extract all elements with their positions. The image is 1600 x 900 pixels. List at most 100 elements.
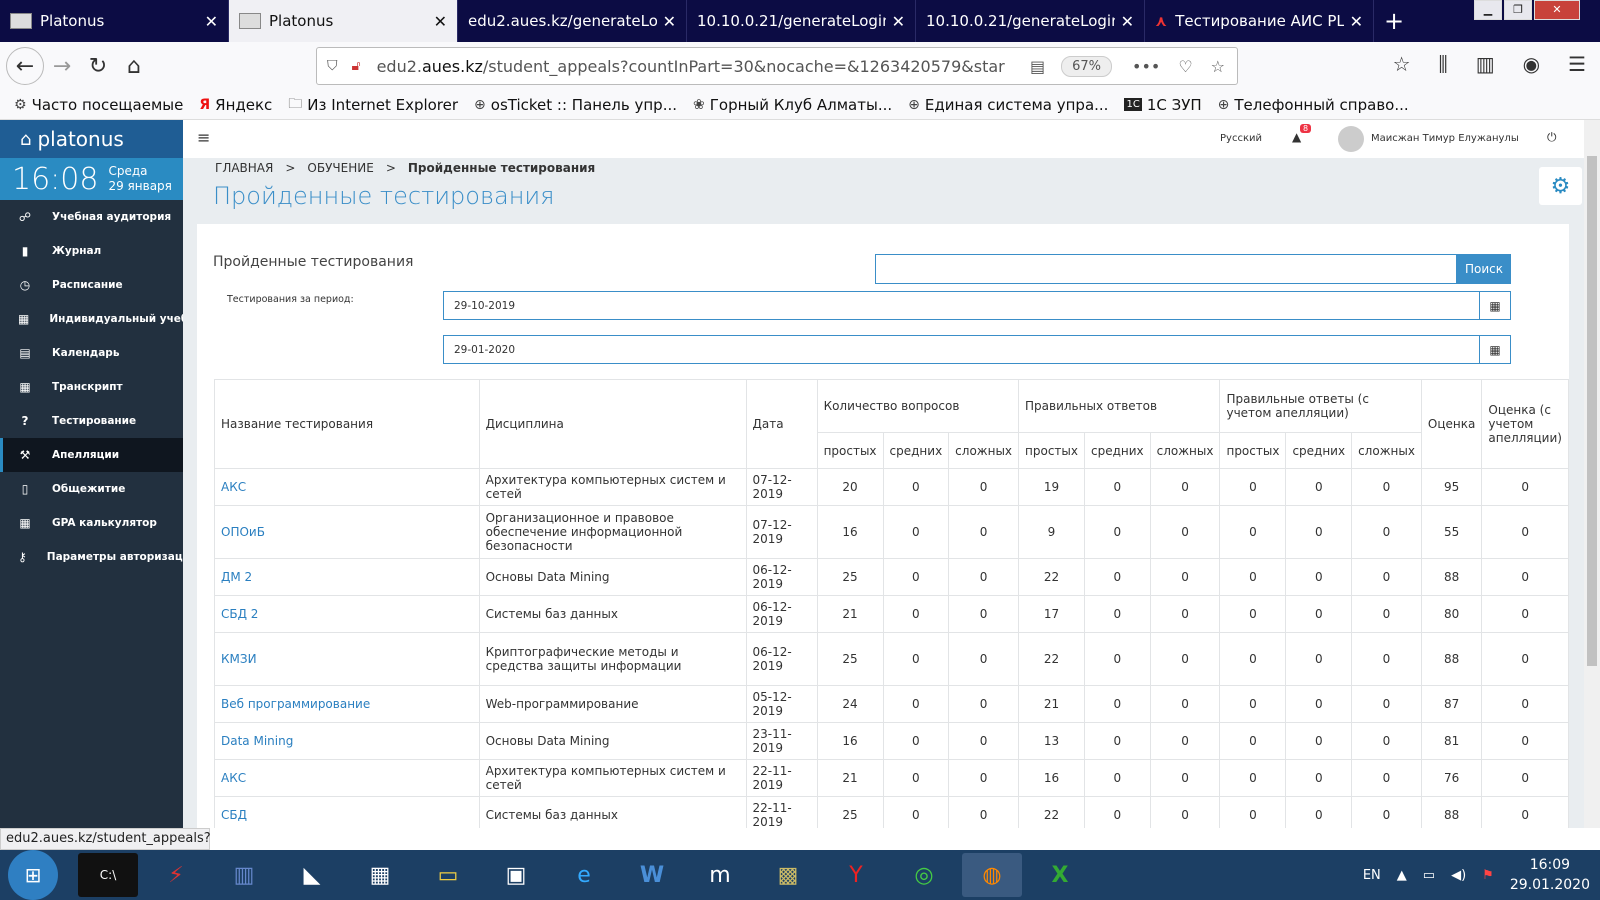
back-icon[interactable]: ← <box>6 47 44 85</box>
test-name-link[interactable]: КМЗИ <box>214 632 480 686</box>
sidebar-item-gpa-calculator[interactable]: ▦ GPA калькулятор <box>0 506 183 540</box>
reader-view-icon[interactable]: ▤ <box>1030 57 1045 76</box>
tab-close-icon[interactable]: ✕ <box>434 12 447 31</box>
search-input[interactable] <box>875 254 1457 284</box>
calendar-icon[interactable]: ▦ <box>1479 292 1510 319</box>
browser-tab[interactable]: 10.10.0.21/generateLogin ✕ <box>687 0 916 42</box>
firefox-icon[interactable]: ◍ <box>962 853 1022 897</box>
brand-logo[interactable]: ⌂ platonus <box>0 120 183 158</box>
page-actions-icon[interactable]: ••• <box>1132 57 1160 76</box>
filezilla-icon[interactable]: ⚡ <box>146 853 206 897</box>
search-button[interactable]: Поиск <box>1457 254 1511 284</box>
scrollbar-thumb[interactable] <box>1587 156 1597 666</box>
notifications-bell-icon[interactable]: ▲ 8 <box>1292 124 1312 144</box>
notification-flag-icon[interactable]: ⚑ <box>1482 868 1494 883</box>
bookmark-mountain-club[interactable]: ❀ Горный Клуб Алматы... <box>693 96 892 114</box>
browser-tab[interactable]: ⋏ Тестирование АИС PLA ✕ <box>1145 0 1374 42</box>
test-name-link[interactable]: АКС <box>214 468 480 506</box>
address-bar[interactable]: ⛉ 🔓︎ edu2.aues.kz/student_appeals?countI… <box>316 47 1238 85</box>
winrar-icon[interactable]: ▩ <box>758 853 818 897</box>
language-selector[interactable]: Русский <box>1220 133 1262 144</box>
sidebar-item-testing[interactable]: ? Тестирование <box>0 404 183 438</box>
avatar[interactable] <box>1338 126 1364 152</box>
tray-clock[interactable]: 16:09 29.01.2020 <box>1510 855 1590 895</box>
tab-close-icon[interactable]: ✕ <box>205 12 218 31</box>
date-to-field[interactable]: 29-01-2020 ▦ <box>443 335 1511 364</box>
close-window-icon[interactable]: ✕ <box>1534 0 1580 20</box>
test-name-link[interactable]: СБД 2 <box>214 595 480 633</box>
internet-explorer-icon[interactable]: e <box>554 853 614 897</box>
remote-desktop-icon[interactable]: ▣ <box>486 853 546 897</box>
restore-icon[interactable]: ❐ <box>1504 0 1532 20</box>
forward-icon[interactable]: → <box>44 48 80 84</box>
tab-close-icon[interactable]: ✕ <box>892 12 905 31</box>
bookmark-phone-directory[interactable]: ⊕ Телефонный справо... <box>1218 96 1409 114</box>
sidebar-item-classroom[interactable]: ☍ Учебная аудитория <box>0 200 183 234</box>
terminal-icon[interactable]: C:\ <box>78 853 138 897</box>
power-icon[interactable]: ⏻ <box>1547 130 1557 145</box>
excel-icon[interactable]: X <box>1030 853 1090 897</box>
test-name-link[interactable]: СБД <box>214 796 480 828</box>
maxthon-icon[interactable]: m <box>690 853 750 897</box>
mysql-workbench-icon[interactable]: ◣ <box>282 853 342 897</box>
bookmark-most-visited[interactable]: ⚙ Часто посещаемые <box>14 96 183 114</box>
bookmark-osticket[interactable]: ⊕ osTicket :: Панель упр... <box>474 96 677 114</box>
bookmark-1c-zup[interactable]: 1C 1С ЗУП <box>1124 96 1202 114</box>
sidebar-item-transcript[interactable]: ▦ Транскрипт <box>0 370 183 404</box>
calendar-icon[interactable]: ▦ <box>1479 336 1510 363</box>
word-icon[interactable]: W <box>622 853 682 897</box>
file-explorer-icon[interactable]: ▭ <box>418 853 478 897</box>
bookmarks-menu-icon[interactable]: ☆ <box>1393 52 1411 76</box>
gear-icon[interactable]: ⚙ <box>1539 167 1582 205</box>
url-text[interactable]: edu2.aues.kz/student_appeals?countInPart… <box>377 57 1030 76</box>
bookmark-star-icon[interactable]: ☆ <box>1211 57 1225 76</box>
tab-close-icon[interactable]: ✕ <box>1121 12 1134 31</box>
sidebar-item-auth-settings[interactable]: ⚷ Параметры авторизации <box>0 540 183 574</box>
start-button[interactable]: ⊞ <box>8 850 58 900</box>
test-name-link[interactable]: ОПОиБ <box>214 505 480 559</box>
zoom-level[interactable]: 67% <box>1061 55 1112 77</box>
bookmark-unified-system[interactable]: ⊕ Единая система упра... <box>908 96 1108 114</box>
date-from-field[interactable]: 29-10-2019 ▦ <box>443 291 1511 320</box>
test-name-link[interactable]: АКС <box>214 759 480 797</box>
chrome-icon[interactable]: ◎ <box>894 853 954 897</box>
bookmark-ie-folder[interactable]: 🗀 Из Internet Explorer <box>288 93 458 117</box>
server-icon[interactable]: ▥ <box>214 853 274 897</box>
shield-icon[interactable]: ⛉ <box>327 58 338 74</box>
insecure-lock-icon[interactable]: 🔓︎ <box>352 58 361 74</box>
home-icon[interactable]: ⌂ <box>116 48 152 84</box>
sidebar-item-schedule[interactable]: ◷ Расписание <box>0 268 183 302</box>
network-icon[interactable]: ▭ <box>1423 868 1435 883</box>
account-icon[interactable]: ◉ <box>1523 52 1540 76</box>
browser-tab[interactable]: Platonus ✕ <box>0 0 229 42</box>
test-name-link[interactable]: Веб программирование <box>214 685 480 723</box>
yandex-browser-icon[interactable]: Y <box>826 853 886 897</box>
sidebar-toggle-icon[interactable]: ▥ <box>1476 52 1495 76</box>
sidebar-item-journal[interactable]: ▮ Журнал <box>0 234 183 268</box>
browser-tab[interactable]: Platonus ✕ <box>229 0 458 42</box>
input-language[interactable]: EN <box>1363 868 1381 883</box>
sidebar-item-calendar[interactable]: ▤ Календарь <box>0 336 183 370</box>
tab-close-icon[interactable]: ✕ <box>1350 12 1363 31</box>
minimize-icon[interactable]: ▁ <box>1474 0 1502 20</box>
browser-tab[interactable]: edu2.aues.kz/generateLogin ✕ <box>458 0 687 42</box>
bookmark-yandex[interactable]: Я Яндекс <box>199 96 272 114</box>
sidebar-item-appeals[interactable]: ⚒ Апелляции <box>0 438 183 472</box>
browser-tab[interactable]: 10.10.0.21/generateLogin?r ✕ <box>916 0 1145 42</box>
test-name-link[interactable]: ДМ 2 <box>214 558 480 596</box>
tab-close-icon[interactable]: ✕ <box>663 12 676 31</box>
user-name[interactable]: Маисжан Тимур Елужанулы <box>1371 133 1519 144</box>
volume-icon[interactable]: ◀) <box>1451 868 1466 883</box>
breadcrumb-study[interactable]: ОБУЧЕНИЕ <box>307 161 373 175</box>
calculator-icon[interactable]: ▦ <box>350 853 410 897</box>
test-name-link[interactable]: Data Mining <box>214 722 480 760</box>
pocket-icon[interactable]: ♡ <box>1178 57 1192 76</box>
new-tab-button[interactable]: + <box>1374 0 1414 42</box>
page-scrollbar[interactable] <box>1584 120 1600 828</box>
sidebar-item-individual-plan[interactable]: ▦ Индивидуальный учебный <box>0 302 183 336</box>
library-icon[interactable]: ⫼ <box>1439 52 1448 76</box>
tray-expand-icon[interactable]: ▲ <box>1397 868 1407 883</box>
reload-icon[interactable]: ↻ <box>80 48 116 84</box>
hamburger-menu-icon[interactable]: ☰ <box>1568 52 1586 76</box>
menu-toggle-icon[interactable]: ≡ <box>197 128 210 147</box>
